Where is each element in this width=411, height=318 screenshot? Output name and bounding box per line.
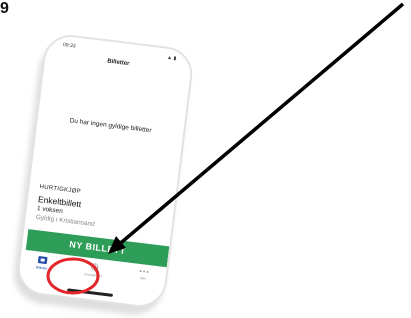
annotation-arrow bbox=[114, 2, 405, 249]
annotation-circle bbox=[46, 257, 100, 295]
annotation-layer bbox=[46, 2, 405, 295]
